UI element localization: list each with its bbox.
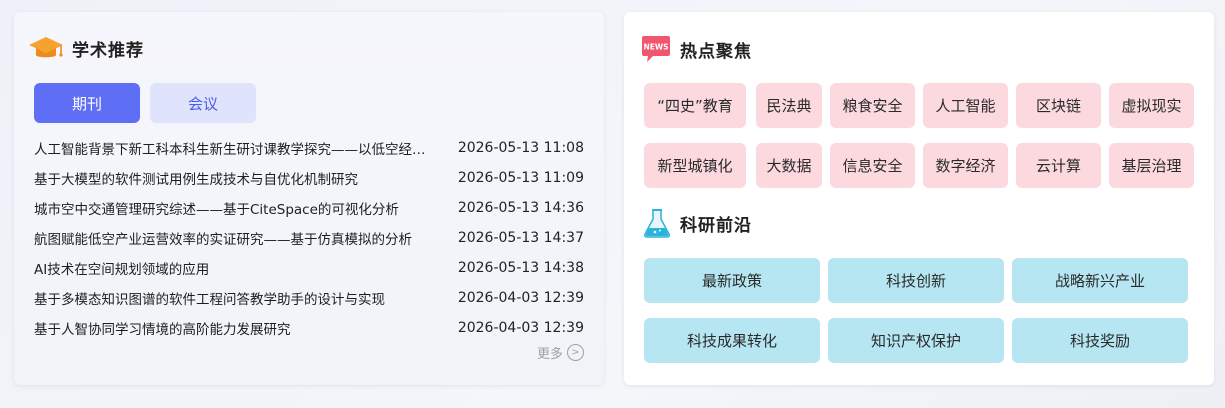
more-link[interactable]: 更多 > [537,343,584,362]
list-item[interactable]: 基于大模型的软件测试用例生成技术与自优化机制研究 2026-05-13 11:0… [34,163,584,193]
chevron-right-icon: > [567,344,584,361]
list-item[interactable]: 城市空中交通管理研究综述——基于CiteSpace的可视化分析 2026-05-… [34,193,584,223]
frontier-item[interactable]: 科技成果转化 [644,318,820,363]
hot-header: NEWS 热点聚焦 [640,34,752,64]
list-item[interactable]: 基于多模态知识图谱的软件工程问答教学助手的设计与实现 2026-04-03 12… [34,283,584,313]
frontier-item[interactable]: 科技创新 [828,258,1004,303]
hot-tag[interactable]: 新型城镇化 [644,143,746,188]
paper-date: 2026-04-03 12:39 [457,290,584,306]
tab-journal[interactable]: 期刊 [34,83,140,123]
hot-tag[interactable]: 虚拟现实 [1109,83,1194,128]
frontier-item[interactable]: 知识产权保护 [828,318,1004,363]
tab-conference[interactable]: 会议 [150,83,256,123]
hot-tag[interactable]: “四史”教育 [644,83,746,128]
list-item[interactable]: AI技术在空间规划领域的应用 2026-05-13 14:38 [34,253,584,283]
news-icon-text: NEWS [643,43,668,52]
frontier-item[interactable]: 战略新兴产业 [1012,258,1188,303]
hot-tag[interactable]: 数字经济 [923,143,1008,188]
academic-recommend-panel: 学术推荐 期刊 会议 人工智能背景下新工科本科生新生研讨课教学探究——以低空经济… [14,12,604,385]
hot-tag[interactable]: 基层治理 [1109,143,1194,188]
flask-icon [644,209,670,238]
hot-topics-panel: NEWS 热点聚焦 “四史”教育 民法典 粮食安全 人工智能 区块链 虚拟现实 … [624,12,1214,385]
paper-title[interactable]: 城市空中交通管理研究综述——基于CiteSpace的可视化分析 [34,198,434,218]
paper-date: 2026-05-13 11:08 [457,140,584,156]
more-label: 更多 [536,347,563,362]
frontier-title: 科研前沿 [680,215,752,236]
hot-title: 热点聚焦 [680,41,752,62]
hot-tag[interactable]: 区块链 [1016,83,1101,128]
paper-title[interactable]: 航图赋能低空产业运营效率的实证研究——基于仿真模拟的分析 [34,228,434,248]
list-item[interactable]: 航图赋能低空产业运营效率的实证研究——基于仿真模拟的分析 2026-05-13 … [34,223,584,253]
paper-title[interactable]: 基于大模型的软件测试用例生成技术与自优化机制研究 [34,168,434,188]
paper-list: 人工智能背景下新工科本科生新生研讨课教学探究——以低空经济为例 2026-05-… [34,133,584,343]
paper-title[interactable]: 基于多模态知识图谱的软件工程问答教学助手的设计与实现 [34,288,434,308]
frontier-item[interactable]: 科技奖励 [1012,318,1188,363]
hot-tag[interactable]: 云计算 [1016,143,1101,188]
list-item[interactable]: 人工智能背景下新工科本科生新生研讨课教学探究——以低空经济为例 2026-05-… [34,133,584,163]
hot-tag[interactable]: 信息安全 [830,143,915,188]
paper-date: 2026-05-13 14:38 [457,260,584,276]
academic-header: 学术推荐 [28,34,144,62]
hot-tag[interactable]: 民法典 [756,83,822,128]
paper-date: 2026-05-13 14:36 [457,200,584,216]
academic-title: 学术推荐 [72,40,144,61]
paper-date: 2026-05-13 14:37 [457,230,584,246]
frontier-header: 科研前沿 [642,207,752,239]
paper-title[interactable]: 人工智能背景下新工科本科生新生研讨课教学探究——以低空经济为例 [34,138,434,158]
news-icon: NEWS [642,36,670,62]
hot-tag[interactable]: 大数据 [756,143,822,188]
paper-date: 2026-04-03 12:39 [457,320,584,336]
hot-tag[interactable]: 人工智能 [923,83,1008,128]
paper-date: 2026-05-13 11:09 [457,170,584,186]
paper-title[interactable]: 基于人智协同学习情境的高阶能力发展研究 [34,318,434,338]
graduation-cap-icon [29,37,63,58]
hot-tag[interactable]: 粮食安全 [830,83,915,128]
list-item[interactable]: 基于人智协同学习情境的高阶能力发展研究 2026-04-03 12:39 [34,313,584,343]
frontier-item[interactable]: 最新政策 [644,258,820,303]
paper-title[interactable]: AI技术在空间规划领域的应用 [34,258,434,278]
